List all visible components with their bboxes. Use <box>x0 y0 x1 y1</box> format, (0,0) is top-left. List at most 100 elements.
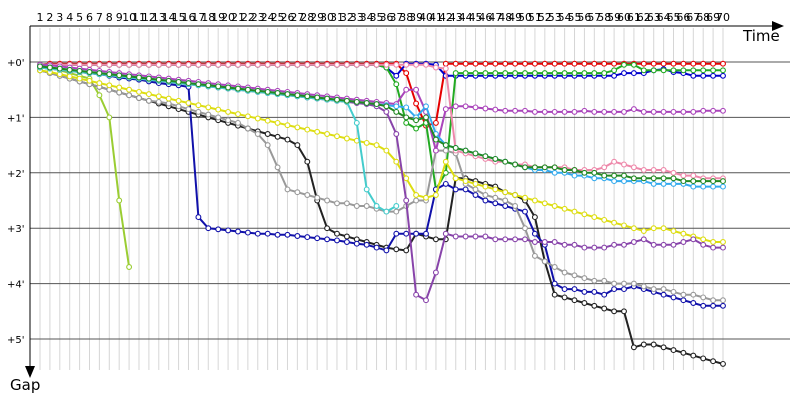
data-point <box>492 186 499 193</box>
data-point <box>274 61 281 68</box>
data-point <box>640 108 647 115</box>
data-point <box>96 70 103 77</box>
data-point <box>403 230 410 237</box>
data-point <box>680 230 687 237</box>
data-point <box>86 77 93 84</box>
data-point <box>343 233 350 240</box>
data-point <box>611 286 618 293</box>
data-point <box>155 61 162 68</box>
data-point <box>373 101 380 108</box>
data-point <box>591 70 598 77</box>
data-point <box>155 76 162 83</box>
data-point <box>720 302 726 309</box>
data-point <box>462 103 469 110</box>
data-point <box>126 86 133 93</box>
data-point <box>650 241 657 248</box>
data-point <box>274 231 281 238</box>
data-point <box>502 236 509 243</box>
data-point <box>205 82 212 89</box>
data-point <box>690 60 697 67</box>
data-point <box>106 61 113 68</box>
data-point <box>680 291 687 298</box>
data-point <box>86 61 93 68</box>
data-point <box>660 108 667 115</box>
data-point <box>601 60 608 67</box>
data-point <box>353 98 360 105</box>
data-point <box>621 241 627 248</box>
data-point <box>373 61 380 68</box>
data-point <box>116 197 123 204</box>
data-point <box>205 61 212 68</box>
data-point <box>571 208 578 215</box>
data-point <box>324 225 331 232</box>
data-point <box>640 341 647 348</box>
data-point <box>314 128 321 135</box>
data-point <box>195 61 202 68</box>
data-point <box>531 70 538 77</box>
x-tick-label: 2 <box>46 11 53 24</box>
data-point <box>571 167 578 173</box>
data-point <box>403 247 410 254</box>
data-point <box>601 216 608 223</box>
data-point <box>522 70 528 77</box>
data-point <box>165 61 172 68</box>
data-point <box>244 229 251 236</box>
data-point <box>363 100 370 106</box>
data-point <box>630 344 637 351</box>
data-point <box>185 106 192 113</box>
data-point <box>650 67 657 74</box>
data-point <box>680 67 687 74</box>
data-point <box>96 61 103 68</box>
data-point <box>294 92 301 99</box>
data-point <box>403 104 410 111</box>
data-point <box>314 235 321 242</box>
x-tick-label: 70 <box>716 11 730 24</box>
data-point <box>660 241 667 248</box>
data-point <box>442 180 449 187</box>
data-point <box>710 72 717 79</box>
data-point <box>670 67 677 74</box>
data-point <box>621 108 627 115</box>
data-point <box>363 203 370 209</box>
data-point <box>670 294 677 301</box>
data-point <box>413 100 420 107</box>
data-point <box>413 230 420 237</box>
y-tick-labels: +0' +1' +2' +3' +4' +5' <box>7 58 25 346</box>
data-point <box>551 169 558 176</box>
data-point <box>244 61 251 68</box>
data-point <box>522 107 528 114</box>
data-point <box>611 219 618 226</box>
series-line <box>39 69 723 243</box>
data-point <box>254 131 261 137</box>
data-point <box>373 142 380 149</box>
data-point <box>175 97 182 104</box>
data-point <box>670 241 677 248</box>
data-point <box>640 175 647 182</box>
data-point <box>630 164 637 171</box>
y-tick-label: +3' <box>7 224 25 235</box>
data-point <box>205 104 212 111</box>
data-point <box>324 131 331 137</box>
data-point <box>284 61 291 68</box>
data-point <box>621 280 627 287</box>
data-point <box>561 294 568 301</box>
data-point <box>442 230 449 237</box>
data-point <box>452 233 459 240</box>
data-point <box>472 233 479 240</box>
data-point <box>551 280 558 287</box>
data-point <box>591 277 598 284</box>
data-point <box>175 61 182 68</box>
data-point <box>363 61 370 68</box>
data-point <box>650 167 657 173</box>
data-point <box>601 172 608 179</box>
data-point <box>274 90 281 96</box>
data-point <box>720 239 726 245</box>
data-point <box>670 347 677 354</box>
data-point <box>462 186 469 193</box>
data-point <box>393 230 400 237</box>
data-point <box>413 125 420 132</box>
data-point <box>710 107 717 114</box>
data-point <box>185 61 192 68</box>
data-point <box>343 200 350 207</box>
data-point <box>126 92 133 99</box>
